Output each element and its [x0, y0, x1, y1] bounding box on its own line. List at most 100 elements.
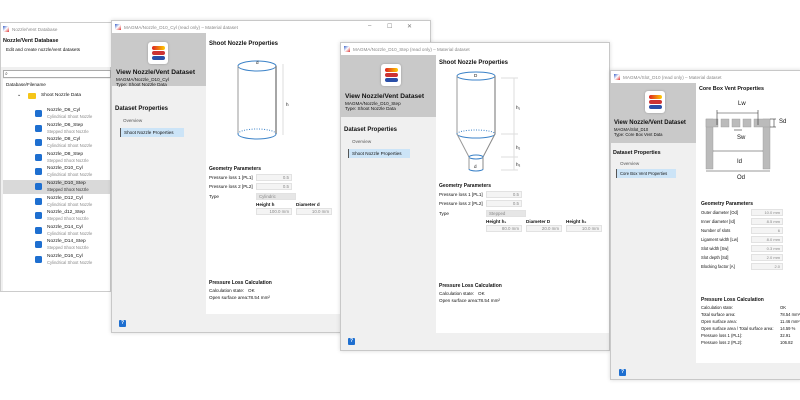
help-icon[interactable]: ?: [619, 369, 626, 376]
panel-description: Edit and create nozzle/vent datasets: [6, 47, 81, 52]
calc-state-value: OK: [248, 288, 255, 293]
param-field[interactable]: 0.3 mm: [751, 245, 783, 252]
result-label: Pressure loss 1 (PL1):: [701, 333, 743, 338]
page-title: Core Box Vent Properties: [699, 86, 765, 92]
stepped-nozzle-diagram: [456, 71, 518, 172]
geometry-heading: Geometry Parameters: [209, 166, 261, 172]
type-select[interactable]: Stepped: [486, 210, 526, 217]
tree-item-name: Nozzle_d12_Step: [47, 210, 85, 216]
open-surface-label: Open surface area:: [439, 298, 479, 303]
height2-label: Height h₂: [566, 219, 587, 224]
height-label: Height h: [256, 202, 275, 207]
tree-item-name: Nozzle_D8_Cyl: [47, 137, 81, 143]
param-field[interactable]: 2.0: [751, 263, 783, 270]
pl2-field[interactable]: 0.5: [256, 183, 292, 190]
geometry-heading: Geometry Parameters: [439, 183, 491, 189]
search-input[interactable]: ⌕: [3, 70, 111, 78]
folder-icon: [28, 93, 36, 99]
result-value: 14.59 %: [780, 326, 796, 331]
minimize-button[interactable]: –: [368, 23, 371, 29]
nav-overview[interactable]: Overview: [620, 161, 639, 166]
panel-header: Nozzle/Vent Database Edit and create noz…: [1, 35, 111, 67]
pressure-loss-heading: Pressure Loss Calculation: [439, 283, 502, 289]
window-title: MAGMA/Nozzle_D10_Step (read only) – Mate…: [353, 46, 470, 52]
tree-item[interactable]: Nozzle_D10_Step Stepped Shoot Nozzle: [3, 180, 110, 194]
nav-shoot-nozzle-properties[interactable]: Shoot Nozzle Properties: [348, 149, 410, 158]
tree-view[interactable]: Database/Filename ⌄ Shoot Nozzle Data No…: [3, 79, 110, 291]
open-surface-value: 78.54 mm²: [478, 298, 500, 303]
nozzle-file-icon: [35, 183, 42, 190]
calc-state-label: Calculation state:: [439, 291, 475, 296]
nozzle-file-icon: [35, 212, 42, 220]
tree-item-type: Cylindrical Shoot Nozzle: [47, 143, 93, 149]
close-button[interactable]: ✕: [407, 23, 412, 30]
result-label: Open surface area / Total surface area:: [701, 326, 774, 331]
pl1-field[interactable]: 0.5: [256, 174, 292, 181]
tree-item-name: Nozzle_D12_Cyl: [47, 195, 83, 201]
pressure-loss-heading: Pressure Loss Calculation: [701, 297, 764, 303]
help-icon[interactable]: ?: [119, 320, 126, 327]
result-value: 32.91: [780, 333, 791, 338]
tree-item-name: Nozzle_D6_Cyl: [47, 108, 81, 113]
dataset-type: Type: Shoot Nozzle Data: [116, 82, 167, 87]
content-area: Shoot Nozzle Properties D d h₁ h₂ h₃ Geo…: [436, 55, 609, 333]
tree-item-type: Stepped Shoot Nozzle: [47, 245, 89, 251]
nav-overview[interactable]: Overview: [352, 139, 371, 144]
type-select[interactable]: Cylindric: [256, 193, 296, 200]
nav-core-box-vent-properties[interactable]: Core Box Vent Properties: [616, 169, 676, 178]
view-title: View Nozzle/Vent Dataset: [345, 93, 425, 100]
titlebar: MAGMA/Nozzle_D10_Step (read only) – Mate…: [341, 43, 609, 55]
type-label: Type: [439, 211, 449, 216]
search-icon: ⌕: [5, 71, 8, 77]
height1-field[interactable]: 80.0 mm: [486, 225, 522, 232]
tree-item-type: Cylindrical Shoot Nozzle: [47, 201, 93, 207]
dataset-properties-heading: Dataset Properties: [613, 150, 661, 156]
param-field[interactable]: 8.0 mm: [751, 236, 783, 243]
diameter-field[interactable]: 20.0 mm: [526, 225, 562, 232]
pl2-field[interactable]: 0.5: [486, 200, 522, 207]
param-label: Ligament width [Lw]: [701, 237, 739, 242]
view-title: View Nozzle/Vent Dataset: [116, 69, 196, 76]
maximize-button[interactable]: ☐: [387, 23, 392, 30]
chevron-down-icon[interactable]: ⌄: [17, 92, 21, 98]
folder-label[interactable]: Shoot Nozzle Data: [41, 93, 81, 98]
diagram-label-D: D: [474, 73, 478, 78]
result-value: 106.82: [780, 340, 793, 345]
diameter-label: Diameter D: [526, 219, 551, 224]
column-header[interactable]: Database/Filename: [6, 82, 46, 87]
result-label: Total surface area:: [701, 312, 736, 317]
tree-item-name: Nozzle_D6_Step: [47, 122, 83, 128]
height2-field[interactable]: 10.0 mm: [566, 225, 602, 232]
param-field[interactable]: 2.0 mm: [751, 254, 783, 261]
nozzle-file-icon: [35, 124, 42, 132]
window-nozzle-step: MAGMA/Nozzle_D10_Step (read only) – Mate…: [340, 42, 610, 351]
app-icon: [344, 46, 350, 52]
nav-overview[interactable]: Overview: [123, 118, 142, 123]
nozzle-file-icon: [35, 153, 42, 161]
nav-shoot-nozzle-properties[interactable]: Shoot Nozzle Properties: [120, 128, 184, 137]
tree-item-name: Nozzle_D14_Cyl: [47, 224, 83, 230]
diameter-field[interactable]: 10.0 mm: [296, 208, 332, 215]
diagram-label-d: d: [256, 60, 259, 65]
tree-item-name: Nozzle_D8_Step: [47, 151, 83, 157]
calc-state-label: Calculation state:: [209, 288, 245, 293]
help-icon[interactable]: ?: [348, 338, 355, 345]
dataset-properties-heading: Dataset Properties: [344, 127, 398, 133]
dataset-header: View Nozzle/Vent Dataset MAGMA/Slot_D10 …: [611, 83, 696, 143]
dataset-type: Type: Core Box Vent Data: [614, 132, 663, 137]
dataset-header: View Nozzle/Vent Dataset MAGMA/Nozzle_D1…: [341, 55, 436, 117]
result-label: Pressure loss 2 (PL2):: [701, 340, 743, 345]
height-field[interactable]: 100.0 mm: [256, 208, 292, 215]
panel-heading: Nozzle/Vent Database: [3, 38, 59, 44]
nozzle-file-icon: [35, 256, 42, 263]
param-field[interactable]: 8.5 mm: [751, 218, 783, 225]
panel-window-title: Nozzle/Vent Database: [12, 26, 58, 32]
pl1-field[interactable]: 0.5: [486, 191, 522, 198]
param-label: Blocking factor [A]: [701, 264, 735, 269]
cylinder-diagram: [237, 60, 284, 140]
nozzle-file-icon: [35, 110, 42, 117]
param-field[interactable]: 10.0 mm: [751, 209, 783, 216]
param-field[interactable]: 6: [751, 227, 783, 234]
pl2-label: Pressure loss 2 [PL2]: [209, 184, 253, 189]
app-icon: [115, 24, 121, 30]
